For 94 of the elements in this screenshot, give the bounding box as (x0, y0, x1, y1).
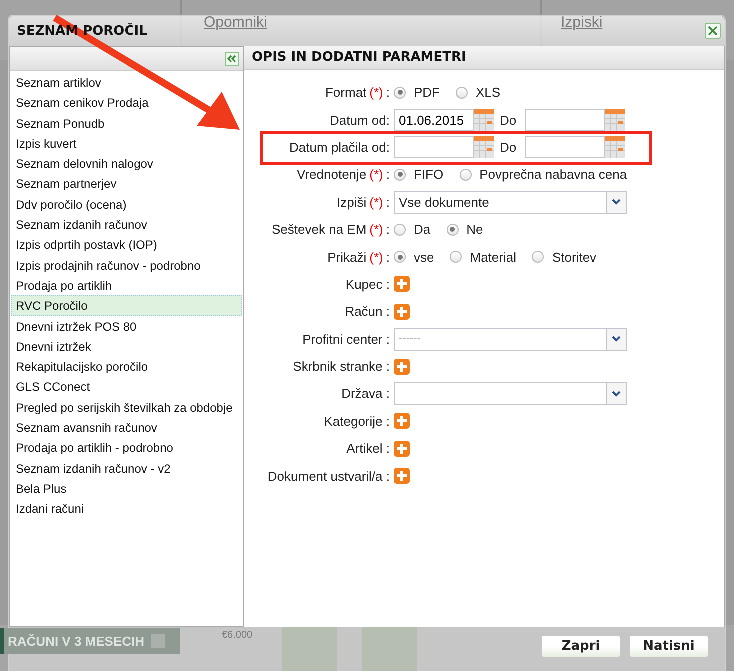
radio-label: PDF (414, 85, 440, 100)
chevron-down-icon[interactable] (612, 199, 621, 206)
report-item[interactable]: Dnevni iztržek POS 80 (11, 316, 242, 336)
required-mark: (*) (370, 167, 384, 182)
calendar-icon[interactable] (604, 109, 625, 132)
field-label: Kupec : (346, 276, 390, 292)
radio-button[interactable] (394, 251, 406, 264)
report-item[interactable]: Ddv poročilo (ocena) (11, 194, 242, 214)
label-colon: : (386, 167, 390, 182)
calendar-icon[interactable] (474, 109, 494, 132)
radio-label: Ne (466, 222, 484, 238)
radio-button[interactable] (460, 168, 472, 181)
label-colon: : (386, 194, 390, 210)
required-mark: (*) (370, 222, 384, 238)
field-label: Artikel : (346, 441, 390, 456)
field-label: Datum od: (330, 112, 390, 128)
add-icon[interactable] (394, 468, 410, 484)
label-colon: : (386, 85, 390, 100)
close-button[interactable] (705, 23, 721, 39)
field-label: Seštevek na EM (272, 222, 367, 238)
report-item[interactable]: Seznam cenikov Prodaja (11, 92, 242, 113)
report-item[interactable]: Prodaja po artiklih - podrobno (11, 437, 242, 458)
report-item[interactable]: Seznam izdanih računov - v2 (11, 458, 242, 478)
report-item[interactable]: Dnevni iztržek (11, 336, 242, 356)
collapse-button[interactable] (225, 52, 239, 66)
required-mark: (*) (370, 250, 384, 265)
add-icon[interactable] (394, 358, 410, 375)
date-field[interactable]: 01.06.2015 (394, 109, 474, 132)
report-item[interactable]: Pregled po serijskih številkah za obdobje (11, 396, 242, 418)
date-field[interactable] (524, 109, 605, 132)
add-icon[interactable] (394, 413, 410, 430)
report-item[interactable]: Seznam partnerjev (11, 173, 242, 194)
date-field[interactable] (394, 136, 474, 158)
report-item[interactable]: Bela Plus (11, 478, 242, 498)
calendar-icon[interactable] (474, 136, 494, 158)
field-label: Kategorije : (324, 414, 390, 429)
field-label: Izpiši (337, 194, 367, 210)
add-icon[interactable] (394, 440, 410, 457)
field-label: Račun : (345, 304, 390, 320)
dropdown-field[interactable]: Vse dokumente (394, 190, 627, 214)
report-item[interactable]: Seznam delovnih nalogov (11, 153, 242, 174)
date-field[interactable] (524, 136, 605, 158)
report-item[interactable]: Rekapitulacijsko poročilo (11, 356, 242, 376)
double-chevron-left-icon[interactable] (227, 54, 237, 62)
field-label: Vrednotenje (297, 167, 367, 182)
dialog-button[interactable]: Natisni (629, 635, 709, 658)
calendar-icon[interactable] (604, 136, 625, 158)
radio-label: Povprečna nabavna cena (480, 167, 628, 182)
report-item[interactable]: Seznam artiklov (11, 72, 242, 92)
chevron-down-icon[interactable] (612, 390, 621, 397)
report-item[interactable]: Seznam izdanih računov (11, 214, 242, 234)
required-mark: (*) (370, 194, 384, 210)
field-label: Do (500, 140, 517, 155)
dropdown-field[interactable] (394, 382, 627, 406)
chevron-down-icon[interactable] (612, 336, 621, 342)
radio-label: Material (470, 250, 516, 265)
radio-button[interactable] (446, 224, 459, 236)
report-item[interactable]: Prodaja po artiklih (11, 274, 242, 296)
radio-button[interactable] (394, 168, 406, 181)
report-item[interactable]: Izpis odprtih postavk (IOP) (11, 234, 242, 255)
background-axis-label: €6.000 (222, 630, 253, 641)
field-label: Profitni center : (302, 332, 390, 347)
panel-title-text: RAČUNI V 3 MESECIH (8, 634, 145, 648)
radio-label: FIFO (414, 167, 444, 182)
add-icon[interactable] (394, 304, 410, 320)
label-colon: : (386, 222, 390, 238)
radio-label: XLS (476, 85, 501, 100)
field-label: Skrbnik stranke : (293, 359, 390, 374)
report-item[interactable]: GLS CConect (11, 376, 242, 397)
radio-button[interactable] (456, 86, 468, 99)
report-item[interactable]: Izpis kuvert (11, 132, 242, 154)
report-item[interactable]: Seznam avansnih računov (11, 417, 242, 438)
report-item[interactable]: Seznam Ponudb (11, 112, 242, 133)
radio-button[interactable] (394, 224, 406, 236)
add-icon[interactable] (394, 276, 410, 292)
radio-button[interactable] (532, 251, 544, 264)
field-label: Dokument ustvaril/a : (268, 468, 390, 484)
report-item[interactable]: RVC Poročilo (11, 295, 242, 316)
required-mark: (*) (370, 85, 384, 100)
field-label: Do (500, 112, 517, 128)
field-label: Prikaži (328, 250, 367, 265)
label-colon: : (386, 250, 390, 265)
radio-label: Storitev (552, 250, 597, 265)
field-label: Datum plačila od: (290, 140, 390, 155)
report-item[interactable]: Izdani računi (11, 498, 242, 519)
report-item[interactable]: Izpis prodajnih računov - podrobno (11, 254, 242, 275)
radio-label: Da (414, 222, 431, 238)
field-label: Format (325, 85, 367, 100)
panel-title: OPIS IN DODATNI PARAMETRI (252, 50, 466, 65)
radio-button[interactable] (394, 86, 406, 99)
dialog-button[interactable]: Zapri (541, 635, 621, 658)
field-label: Država : (342, 386, 390, 402)
radio-button[interactable] (450, 251, 462, 264)
radio-label: vse (414, 250, 434, 265)
